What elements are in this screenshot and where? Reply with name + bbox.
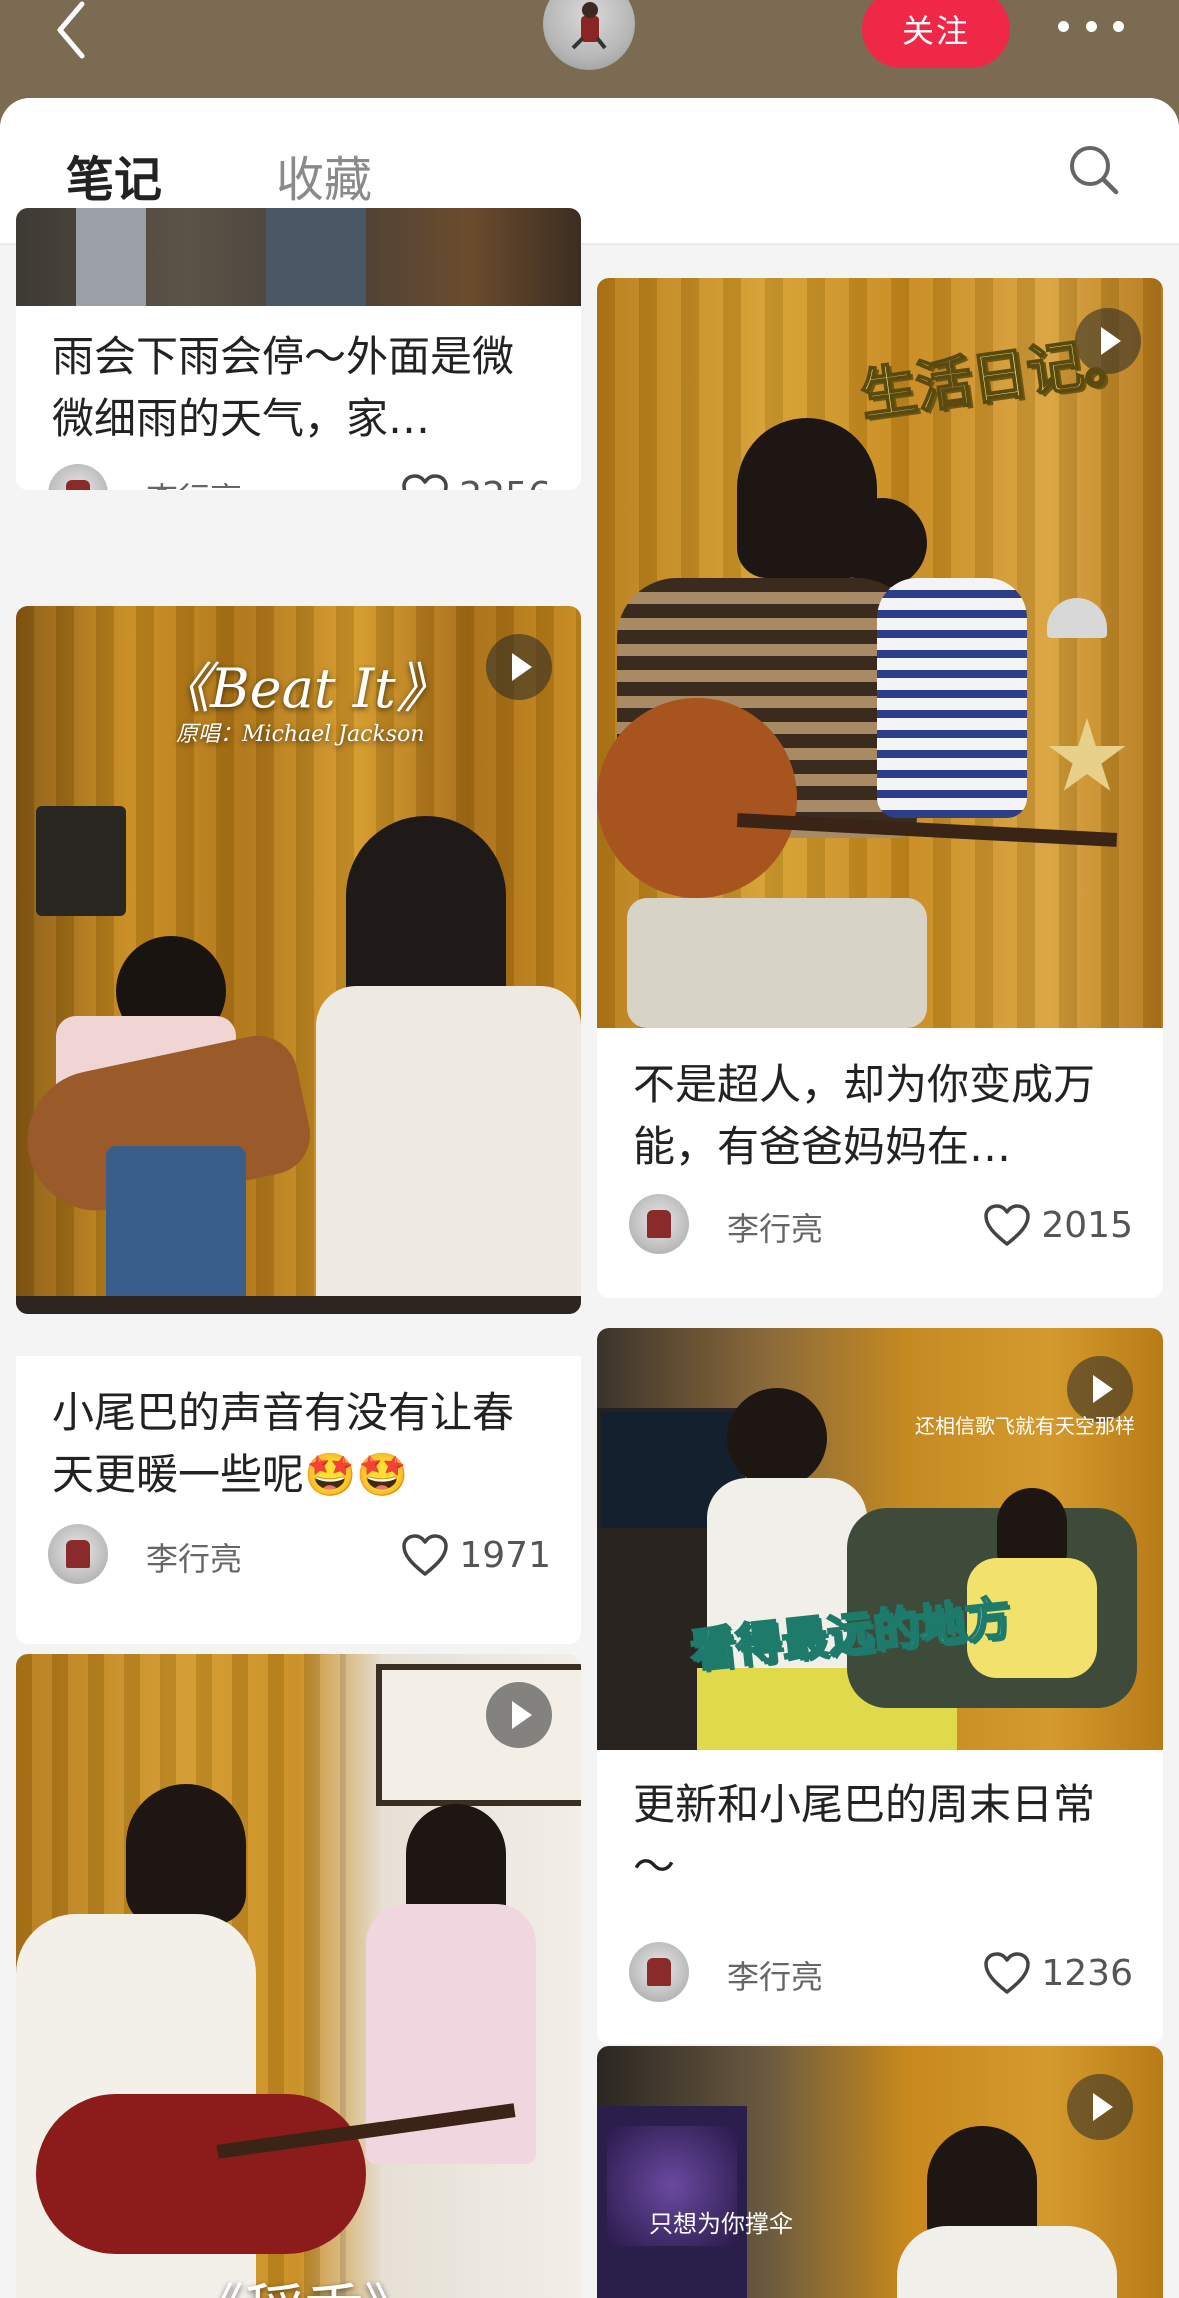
note-title: 更新和小尾巴的周末日常～	[633, 1780, 1096, 1891]
search-icon[interactable]	[1066, 142, 1122, 198]
author-avatar	[48, 1524, 108, 1584]
note-meta: 李行亮 2015	[629, 1194, 1133, 1256]
video-play-icon	[486, 634, 552, 700]
tab-notes[interactable]: 笔记	[66, 140, 162, 210]
like-count[interactable]: 1971	[401, 1528, 551, 1582]
note-card[interactable]: 雨会下雨会停～外面是微微细雨的天气，家… 李行亮 2256	[16, 208, 581, 490]
profile-content-panel: 笔记 收藏 雨会下雨会停～外面是微微细雨的天气，家… 李行亮 2256	[0, 98, 1179, 2298]
video-play-icon	[486, 1682, 552, 1748]
note-title: 小尾巴的声音有没有让春天更暖一些呢🤩🤩	[52, 1388, 515, 1499]
note-cover-image	[16, 208, 581, 306]
author-avatar	[629, 1942, 689, 2002]
note-meta: 李行亮 2256	[48, 464, 551, 490]
note-meta: 李行亮 1236	[629, 1942, 1133, 2004]
tab-favorites[interactable]: 收藏	[276, 140, 372, 210]
follow-button[interactable]: 关注	[862, 0, 1010, 68]
chevron-left-icon[interactable]	[52, 0, 92, 60]
note-card[interactable]: 《Beat It》 原唱：Michael Jackson	[16, 606, 581, 1314]
top-bar: 关注	[0, 0, 1179, 100]
more-dots-icon[interactable]	[1058, 14, 1124, 38]
cover-caption-small: 还相信歌飞就有天空那样	[915, 1414, 1135, 1438]
like-count[interactable]: 2015	[983, 1198, 1133, 1252]
author-name: 李行亮	[146, 474, 242, 490]
note-card[interactable]: 还相信歌飞就有天空那样 看得最远的地方 更新和小尾巴的周末日常～ 李行亮 123…	[597, 1328, 1163, 2044]
note-card-info[interactable]: 小尾巴的声音有没有让春天更暖一些呢🤩🤩 李行亮 1971	[16, 1356, 581, 1644]
heart-icon[interactable]	[401, 473, 449, 490]
like-count[interactable]: 1236	[983, 1946, 1133, 2000]
cover-song-title: 《Beat It》	[156, 657, 450, 720]
heart-icon[interactable]	[401, 1533, 449, 1577]
cover-song-title: 《稻香》	[184, 2264, 424, 2298]
like-count[interactable]: 2256	[401, 468, 551, 490]
author-avatar	[629, 1194, 689, 1254]
note-meta: 李行亮 1971	[48, 1524, 551, 1586]
note-title: 不是超人，却为你变成万能，有爸爸妈妈在…	[633, 1060, 1096, 1171]
note-card[interactable]: 生活日记。 不是超人，却为你变成万能，有爸爸妈妈在… 李行亮 2015	[597, 278, 1163, 1298]
author-name: 李行亮	[146, 1540, 243, 1578]
note-card[interactable]: 《稻香》	[16, 1654, 581, 2298]
note-card[interactable]: 只想为你撑伞	[597, 2046, 1163, 2298]
video-play-icon	[1067, 2074, 1133, 2140]
heart-icon[interactable]	[983, 1203, 1031, 1247]
cover-caption-small: 只想为你撑伞	[649, 2210, 793, 2238]
heart-icon[interactable]	[983, 1951, 1031, 1995]
author-avatar	[48, 464, 108, 490]
author-name: 李行亮	[727, 1958, 824, 1996]
profile-avatar[interactable]	[543, 0, 635, 70]
author-name: 李行亮	[727, 1210, 824, 1248]
cover-song-credit: 原唱：Michael Jackson	[176, 722, 425, 747]
note-title: 雨会下雨会停～外面是微微细雨的天气，家…	[52, 332, 515, 443]
note-cover-image	[16, 1654, 581, 2298]
